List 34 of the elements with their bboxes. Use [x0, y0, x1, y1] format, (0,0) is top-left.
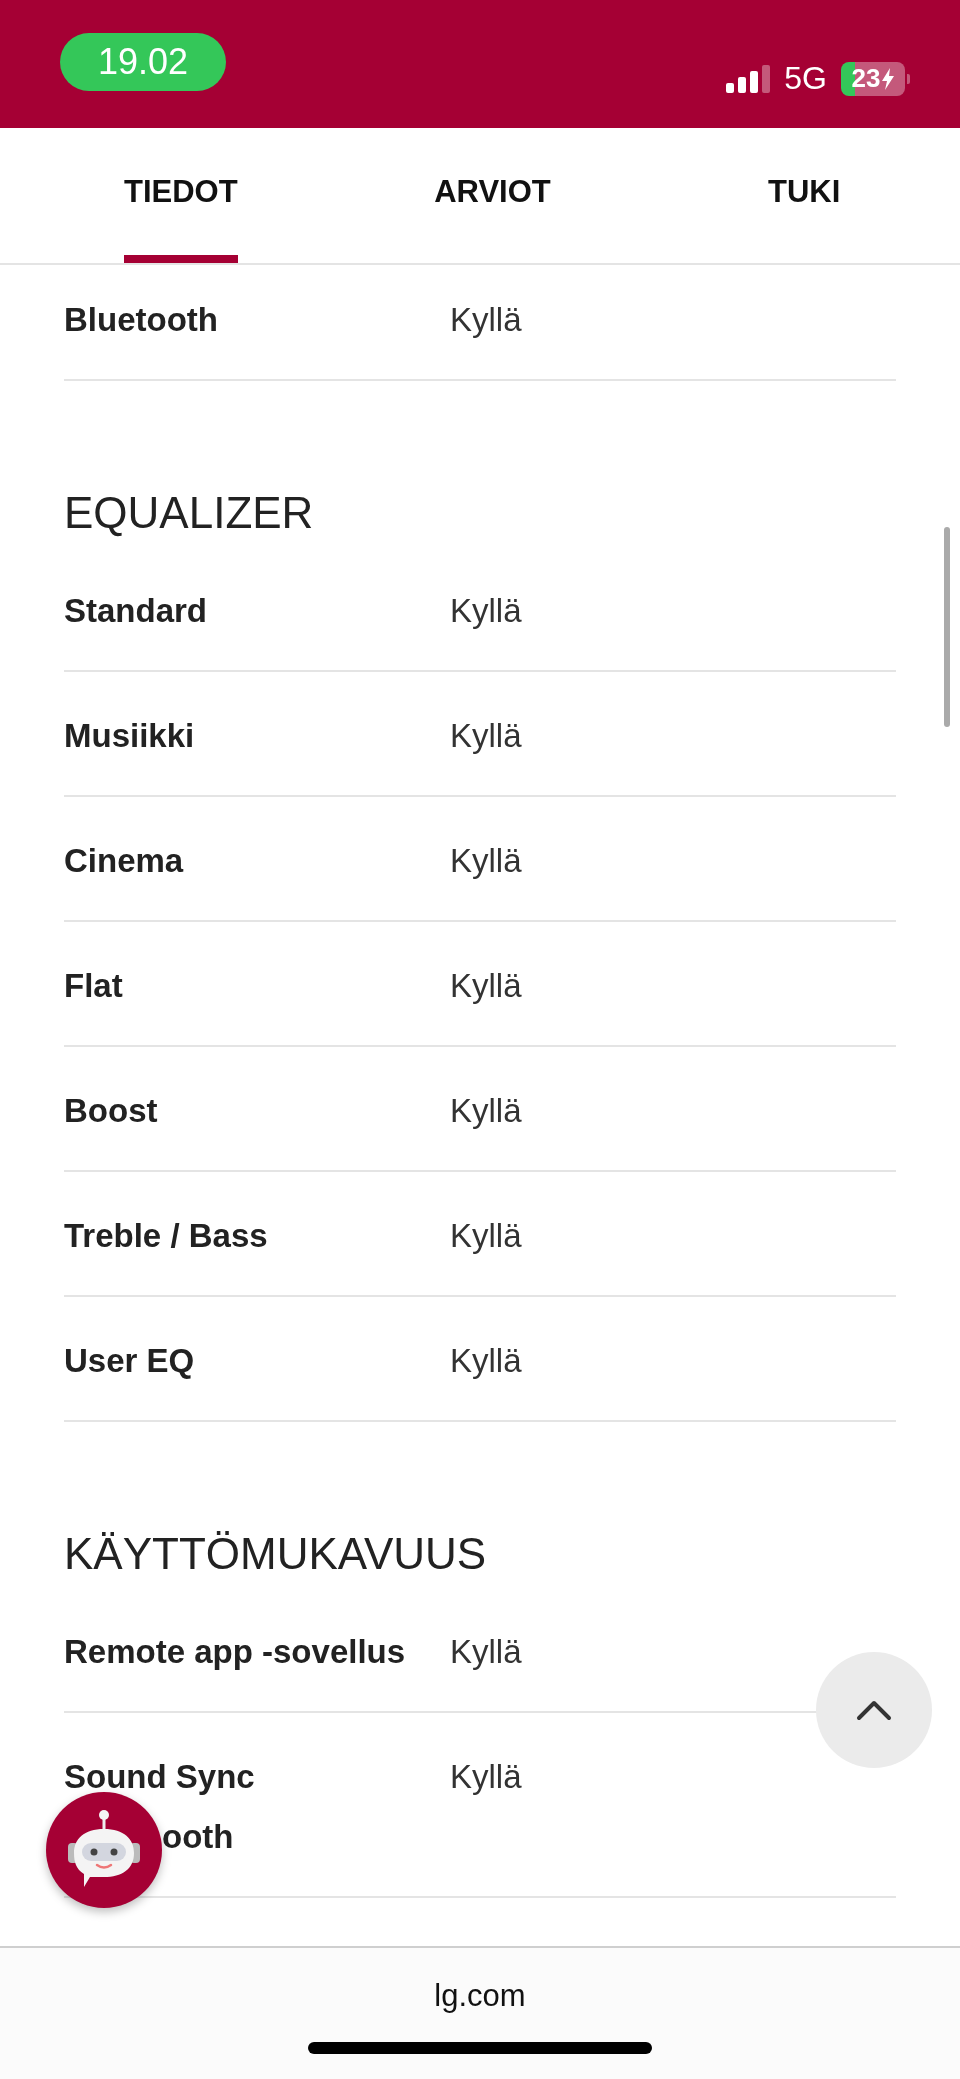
section-heading: KÄYTTÖMUKAVUUS: [64, 1528, 488, 1580]
spec-value: Kyllä: [450, 300, 522, 340]
spec-label: Boost: [64, 1091, 158, 1131]
network-label: 5G: [784, 60, 827, 97]
section-heading: EQUALIZER: [64, 487, 315, 539]
spec-label: Cinema: [64, 841, 184, 881]
spec-value: Kyllä: [450, 1216, 522, 1256]
tab[interactable]: TUKI: [768, 128, 841, 263]
spec-label: Sound Sync: [64, 1757, 255, 1797]
tab[interactable]: TIEDOT: [124, 128, 238, 263]
spec-value: Kyllä: [450, 1341, 522, 1381]
chevron-up-icon: [856, 1699, 892, 1721]
spec-value: Kyllä: [450, 1757, 522, 1797]
spec-value: Kyllä: [450, 966, 522, 1006]
spec-label: User EQ: [64, 1341, 195, 1381]
spec-value: Kyllä: [450, 716, 522, 756]
spec-label: Standard: [64, 591, 208, 631]
spec-label: Treble / Bass: [64, 1216, 268, 1256]
spec-label: Bluetooth: [64, 300, 218, 340]
spec-label: Flat: [64, 966, 123, 1006]
spec-value: Kyllä: [450, 591, 522, 631]
signal-icon: [726, 64, 771, 93]
spec-value: Kyllä: [450, 1632, 522, 1672]
spec-label: ooth: [162, 1817, 234, 1857]
chatbot-button[interactable]: [46, 1792, 162, 1908]
scrollbar[interactable]: [944, 527, 950, 727]
clock-time: 19.02: [60, 33, 226, 91]
spec-label: Musiikki: [64, 716, 195, 756]
spec-value: Kyllä: [450, 841, 522, 881]
home-indicator[interactable]: [308, 2042, 652, 2054]
spec-label: Remote app -sovellus: [64, 1632, 406, 1672]
spec-value: Kyllä: [450, 1091, 522, 1131]
url-text[interactable]: lg.com: [434, 1978, 526, 2014]
tab[interactable]: ARVIOT: [434, 128, 551, 263]
